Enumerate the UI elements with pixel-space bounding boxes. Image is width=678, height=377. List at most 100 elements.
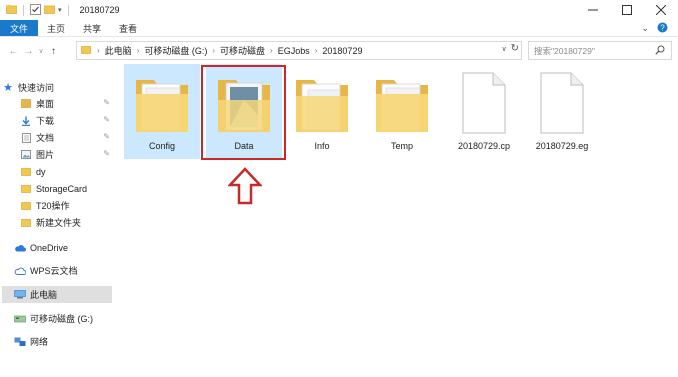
address-bar[interactable]: › 此电脑 › 可移动磁盘 (G:) › 可移动磁盘 › EGJobs › 20… [76, 41, 522, 60]
cloud-outline-icon [14, 265, 26, 277]
folder-icon [20, 217, 32, 229]
breadcrumb-egjobs[interactable]: EGJobs [275, 46, 313, 56]
new-folder-icon[interactable] [44, 4, 55, 16]
up-button[interactable]: ↑ [46, 41, 61, 61]
nav-label: T20操作 [36, 201, 70, 211]
file-item-cp[interactable]: 20180729.cp [446, 64, 522, 159]
usb-drive-icon [14, 313, 26, 325]
breadcrumb-separator[interactable]: › [95, 46, 102, 55]
picture-icon [20, 149, 32, 161]
breadcrumb-separator[interactable]: › [210, 46, 217, 55]
refresh-icon[interactable]: ↻ [511, 43, 519, 54]
nav-label: StorageCard [36, 183, 88, 194]
breadcrumb-separator[interactable]: › [135, 46, 142, 55]
breadcrumb-drive[interactable]: 可移动磁盘 (G:) [141, 44, 210, 57]
blank-file-icon [537, 68, 587, 138]
close-icon [656, 5, 666, 15]
search-input[interactable]: 搜索"20180729" [528, 41, 672, 60]
close-button[interactable] [644, 0, 678, 20]
cloud-icon [14, 242, 26, 254]
breadcrumb-removable[interactable]: 可移动磁盘 [217, 44, 268, 57]
nav-item-downloads[interactable]: 下载 ✎ [20, 112, 114, 129]
window-controls [576, 0, 678, 20]
nav-label: WPS云文档 [30, 266, 78, 276]
nav-label: 图片 [36, 150, 55, 160]
toolbar-divider [67, 4, 69, 16]
breadcrumb-separator[interactable]: › [268, 46, 275, 55]
recent-locations-button[interactable]: ∨ [36, 41, 46, 61]
nav-label: dy [36, 166, 46, 177]
file-item-eg[interactable]: 20180729.eg [524, 64, 600, 159]
maximize-icon [622, 5, 632, 15]
address-tools: ∨ ↻ [501, 43, 519, 54]
file-item-temp[interactable]: Temp [364, 64, 440, 159]
nav-label: 新建文件夹 [36, 218, 82, 228]
folder-icon [6, 4, 17, 16]
toolbar-divider [23, 4, 24, 16]
folder-icon [372, 68, 432, 138]
nav-item-documents[interactable]: 文档 ✎ [20, 129, 114, 146]
minimize-icon [588, 9, 598, 11]
ribbon-controls: ⌄ ? [641, 20, 678, 36]
tab-share[interactable]: 共享 [74, 20, 110, 36]
back-button[interactable]: ← [6, 41, 21, 61]
file-name: 20180729.eg [535, 141, 589, 151]
nav-wps-cloud[interactable]: WPS云文档 [14, 262, 112, 279]
search-icon[interactable] [655, 45, 665, 57]
help-icon[interactable]: ? [657, 22, 668, 35]
nav-label: 可移动磁盘 (G:) [30, 314, 93, 324]
search-placeholder: 搜索"20180729" [534, 45, 595, 56]
folder-icon [20, 200, 32, 212]
arrow-right-icon: → [23, 45, 34, 57]
file-list: Config Data Info Temp 20180729.cp 201807… [118, 64, 678, 377]
breadcrumb-this-pc[interactable]: 此电脑 [102, 44, 135, 57]
nav-item-storagecard[interactable]: StorageCard [20, 180, 114, 197]
file-name: Info [314, 141, 330, 151]
file-item-info[interactable]: Info [284, 64, 360, 159]
document-icon [20, 132, 32, 144]
folder-icon [81, 45, 91, 56]
network-icon [14, 336, 26, 348]
customize-toolbar-icon[interactable]: ▾ [58, 6, 62, 14]
nav-label: 网络 [30, 337, 49, 347]
nav-label: 此电脑 [30, 290, 58, 300]
nav-item-t20[interactable]: T20操作 [20, 197, 114, 214]
nav-label: OneDrive [30, 242, 69, 253]
quick-access-toolbar: ▾ [0, 3, 72, 17]
nav-removable-drive[interactable]: 可移动磁盘 (G:) [14, 310, 112, 327]
arrow-up-icon: ↑ [51, 45, 56, 57]
chevron-down-icon[interactable]: ∨ [501, 45, 506, 53]
window-title: 20180729 [79, 5, 120, 15]
folder-icon [292, 68, 352, 138]
folder-icon [20, 166, 32, 178]
properties-icon[interactable] [30, 3, 41, 17]
file-item-config[interactable]: Config [124, 64, 200, 159]
nav-item-dy[interactable]: dy [20, 163, 114, 180]
blank-file-icon [459, 68, 509, 138]
forward-button[interactable]: → [21, 41, 36, 61]
arrow-left-icon: ← [8, 45, 19, 57]
minimize-button[interactable] [576, 0, 610, 20]
nav-network[interactable]: 网络 [14, 333, 112, 350]
breadcrumb-separator[interactable]: › [313, 46, 320, 55]
download-icon [20, 115, 32, 127]
pin-icon: ✎ [103, 149, 110, 158]
nav-label: 桌面 [36, 99, 55, 109]
breadcrumb-current[interactable]: 20180729 [319, 46, 365, 56]
tab-view[interactable]: 查看 [110, 20, 146, 36]
nav-onedrive[interactable]: OneDrive [14, 239, 112, 256]
desktop-icon [20, 98, 32, 110]
expand-ribbon-icon[interactable]: ⌄ [641, 23, 649, 34]
maximize-button[interactable] [610, 0, 644, 20]
nav-item-pictures[interactable]: 图片 ✎ [20, 146, 114, 163]
nav-item-new-folder[interactable]: 新建文件夹 [20, 214, 114, 231]
tab-file[interactable]: 文件 [0, 20, 39, 36]
nav-label: 快速访问 [18, 83, 55, 93]
nav-this-pc[interactable]: 此电脑 [2, 286, 112, 303]
svg-text:?: ? [660, 23, 665, 32]
nav-quick-access[interactable]: ★ 快速访问 [2, 79, 114, 96]
tab-home[interactable]: 主页 [38, 20, 74, 36]
star-icon: ★ [3, 82, 13, 94]
pin-icon: ✎ [103, 132, 110, 141]
nav-item-desktop[interactable]: 桌面 ✎ [20, 95, 114, 112]
